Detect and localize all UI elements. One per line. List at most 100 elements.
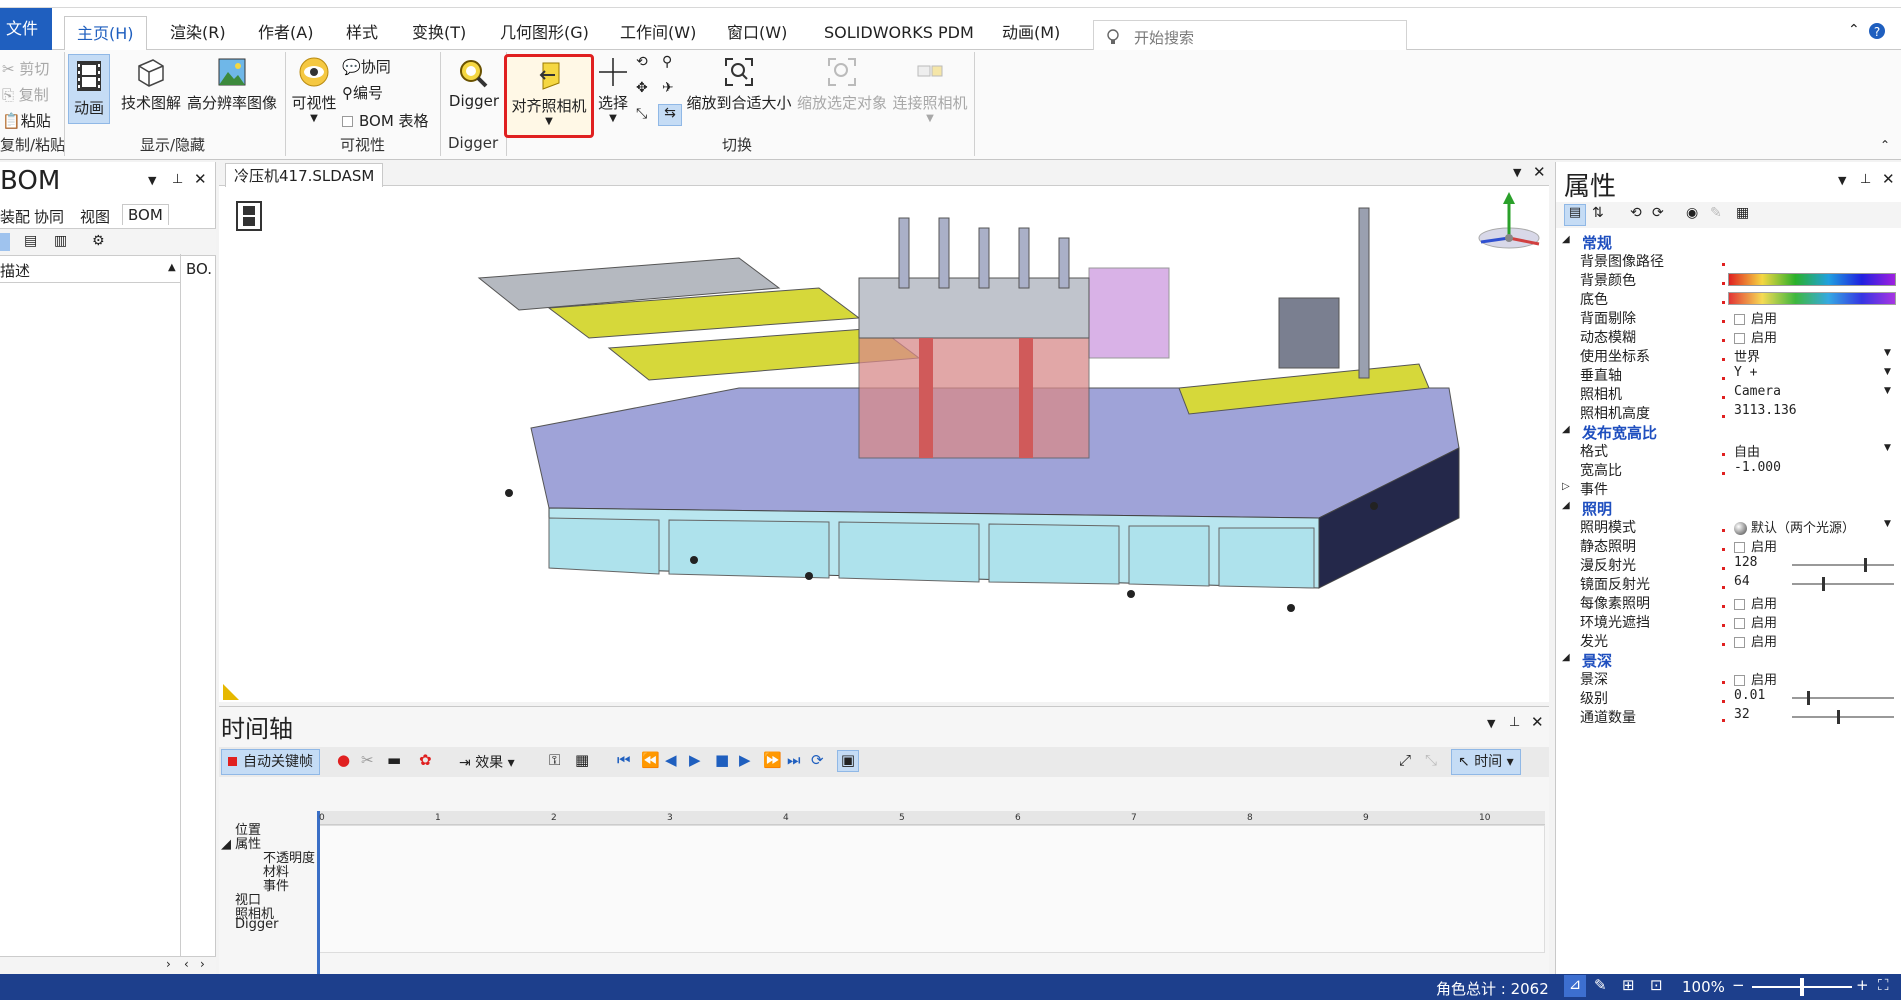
dropdown-icon[interactable]: ▼ (1884, 519, 1891, 529)
property-slider[interactable] (1792, 558, 1894, 572)
props-view-icon[interactable]: ◉ (1686, 205, 1698, 221)
prev-key-icon[interactable]: ⏪ (641, 751, 660, 769)
property-checkbox[interactable] (1734, 637, 1745, 648)
property-slider[interactable] (1792, 710, 1894, 724)
bom-settings-icon[interactable]: ⚙ (92, 233, 105, 249)
rotate-tool-icon[interactable]: ⟲ (636, 54, 648, 70)
close-icon[interactable]: ✕ (194, 170, 207, 188)
property-checkbox[interactable] (1734, 333, 1745, 344)
doc-tab[interactable]: 冷压机417.SLDASM (225, 163, 384, 187)
loop-icon[interactable]: ⟳ (811, 751, 824, 769)
collapse-icon[interactable]: ◢ (1562, 652, 1570, 663)
walk-tool-icon[interactable]: ⇆ (658, 104, 682, 126)
bom-columns-icon[interactable]: ▥ (54, 233, 67, 249)
dropdown-icon[interactable]: ▼ (1884, 443, 1891, 453)
camera-key-icon[interactable]: ▬ (387, 751, 401, 769)
bom-tab-assembly[interactable]: 装配 (0, 206, 30, 227)
property-row[interactable]: 照相机 Camera ▼ (1556, 384, 1901, 403)
property-row[interactable]: 宽高比 -1.000 (1556, 460, 1901, 479)
panel-menu-icon[interactable]: ▼ (148, 174, 156, 187)
bom-col-desc[interactable]: 描述 (0, 260, 30, 281)
property-checkbox[interactable] (1734, 599, 1745, 610)
time-mode-button[interactable]: ↖ 时间 ▾ (1451, 749, 1521, 775)
ribbon-collapse-icon[interactable]: ⌃ (1880, 138, 1890, 152)
timeline-tracks[interactable] (319, 825, 1545, 953)
property-subgroup[interactable]: 事件 (1580, 479, 1608, 499)
tab-animation[interactable]: 动画(M) (990, 16, 1072, 50)
bom-hscroll[interactable]: › ‹ › (0, 956, 216, 974)
property-row[interactable]: 照明模式 默认（两个光源） ▼ (1556, 517, 1901, 536)
property-row[interactable]: 背景图像路径 (1556, 251, 1901, 270)
copy-button[interactable]: ⎘ 复制 (2, 84, 49, 105)
zoom-slider-thumb[interactable] (1800, 978, 1804, 996)
refresh-icon[interactable]: ⟲ (1630, 205, 1642, 221)
key-tool-icon[interactable]: ⚿ (549, 751, 560, 769)
sync-icon[interactable]: ⟳ (1652, 205, 1664, 221)
property-row[interactable]: 级别 0.01 (1556, 688, 1901, 707)
tab-home[interactable]: 主页(H) (64, 16, 147, 51)
property-row[interactable]: 镜面反射光 64 (1556, 574, 1901, 593)
snap-icon[interactable]: ⊿ (1564, 975, 1586, 997)
zoom-timeline-icon[interactable]: ⤡ (1425, 751, 1437, 769)
expand-icon[interactable]: ◢ (221, 837, 231, 852)
cut-button[interactable]: ✂ 剪切 (2, 58, 49, 79)
collapse-ribbon-icon[interactable]: ⌃ (1848, 22, 1860, 38)
property-category[interactable]: 景深 (1582, 650, 1612, 671)
dropdown-icon[interactable]: ▼ (1884, 367, 1891, 377)
bom-table-toggle[interactable]: BOM 表格 (342, 110, 429, 131)
go-start-icon[interactable]: ⏮ (617, 751, 631, 769)
property-row[interactable]: 垂直轴 Y + ▼ (1556, 365, 1901, 384)
slider-thumb[interactable] (1822, 577, 1825, 591)
tab-render[interactable]: 渲染(R) (158, 16, 238, 50)
bom-tab-bom[interactable]: BOM (122, 204, 169, 225)
collab-button[interactable]: 💬协同 (342, 56, 391, 77)
fullscreen-icon[interactable]: ⛶ (1878, 976, 1889, 994)
fit-icon[interactable]: ⊡ (1650, 976, 1663, 994)
play-icon[interactable]: ▶ (689, 751, 701, 769)
property-checkbox[interactable] (1734, 542, 1745, 553)
close-icon[interactable]: ✕ (1533, 163, 1546, 181)
pin-icon[interactable]: ⊥ (1860, 172, 1871, 187)
property-row[interactable]: 每像素照明 启用 (1556, 593, 1901, 612)
slider-thumb[interactable] (1864, 558, 1867, 572)
tab-workshops[interactable]: 工作间(W) (608, 16, 708, 50)
3d-model-viewport[interactable] (219, 188, 1549, 658)
timeline-ruler[interactable] (319, 811, 1545, 825)
expand-icon[interactable]: ▷ (1562, 481, 1570, 492)
tech-illustration-button[interactable]: 技术图解 (118, 56, 184, 113)
scroll-right-icon[interactable]: › (166, 957, 171, 971)
sort-alpha-icon[interactable]: ⇅ (1592, 205, 1604, 221)
delete-key-icon[interactable]: ✂ (361, 751, 374, 769)
bom-tab-view[interactable]: 视图 (80, 206, 110, 227)
property-row[interactable]: 动态模糊 启用 (1556, 327, 1901, 346)
scroll-left-icon[interactable]: ‹ (184, 957, 189, 971)
zoom-selected-button[interactable]: 缩放选定对象 (796, 56, 888, 113)
fit-timeline-icon[interactable]: ⤢ (1399, 751, 1411, 769)
property-row[interactable]: 漫反射光 128 (1556, 555, 1901, 574)
tab-pdm[interactable]: SOLIDWORKS PDM (812, 16, 986, 50)
collapse-icon[interactable]: ◢ (1562, 500, 1570, 511)
property-row[interactable]: 照相机高度 3113.136 (1556, 403, 1901, 422)
timeline-settings-icon[interactable]: ▦ (575, 751, 589, 769)
zoom-fit-button[interactable]: 缩放到合适大小 (686, 56, 792, 113)
look-tool-icon[interactable]: ⚲ (662, 54, 672, 70)
bom-col-bom[interactable]: BO. (186, 260, 212, 278)
select-button[interactable]: 选择 ▼ (596, 56, 630, 124)
slider-thumb[interactable] (1807, 691, 1810, 705)
categorized-icon[interactable]: ▤ (1564, 204, 1586, 226)
property-checkbox[interactable] (1734, 314, 1745, 325)
zoom-in-icon[interactable]: + (1856, 976, 1869, 994)
hires-image-button[interactable]: 高分辨率图像 (186, 56, 278, 113)
add-key-icon[interactable]: ● (337, 751, 350, 769)
property-row[interactable]: 静态照明 启用 (1556, 536, 1901, 555)
property-row[interactable]: 底色 (1556, 289, 1901, 308)
sort-up-icon[interactable]: ▲ (168, 262, 176, 273)
pin-icon[interactable]: ⊥ (1509, 715, 1520, 730)
bom-tool-icon[interactable] (0, 233, 10, 251)
property-row[interactable]: 景深 启用 (1556, 669, 1901, 688)
menu-file[interactable]: 文件 (0, 8, 52, 50)
stop-icon[interactable]: ■ (715, 751, 729, 769)
pen-icon[interactable]: ✎ (1710, 205, 1722, 221)
go-end-icon[interactable]: ⏭ (787, 751, 801, 769)
step-forward-icon[interactable]: ▶ (739, 751, 751, 769)
